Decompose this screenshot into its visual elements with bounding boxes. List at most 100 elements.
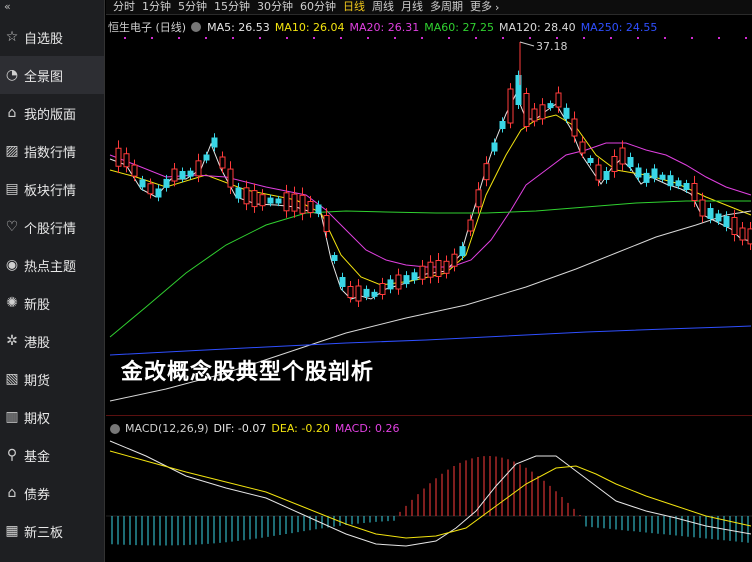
candle [467, 219, 474, 232]
dot-marker [502, 37, 504, 39]
dot-marker [556, 37, 558, 39]
dot-marker [475, 37, 477, 39]
candle [667, 175, 674, 187]
candle [307, 201, 314, 213]
candle [211, 137, 218, 148]
candle [147, 183, 154, 195]
ma-legend-item: MA60: 27.25 [424, 20, 494, 34]
candle [651, 168, 658, 179]
sidebar-item-label: 热点主题 [24, 259, 77, 275]
sidebar-item-label: 自选股 [24, 31, 64, 47]
candle [523, 93, 530, 127]
ma-legend-item: MA120: 28.40 [498, 20, 576, 34]
timeframe-tab-0[interactable]: 分时 [113, 0, 135, 14]
candle [299, 194, 306, 214]
dot-marker [205, 37, 207, 39]
more-chevron-icon[interactable]: › [495, 1, 499, 14]
sidebar-item-3[interactable]: ▨ 指数行情 [0, 132, 104, 170]
sidebar-item-6[interactable]: ◉ 热点主题 [0, 246, 104, 284]
dot-marker [718, 37, 720, 39]
candle [643, 172, 650, 183]
sidebar-item-label: 个股行情 [24, 221, 77, 237]
sector-icon: ▤ [5, 181, 19, 197]
timeframe-tab-7[interactable]: 周线 [372, 0, 394, 14]
macd-legend-item: MACD(12,26,9) [125, 422, 209, 435]
new-stock-icon: ✺ [6, 295, 18, 311]
candle [395, 274, 402, 290]
candle [363, 288, 370, 297]
dot-marker [232, 37, 234, 39]
sidebar-item-label: 港股 [24, 335, 51, 351]
dot-marker [664, 37, 666, 39]
high-price-label: 37.18 [536, 40, 568, 53]
sidebar-item-label: 期货 [24, 373, 51, 389]
dot-marker [340, 37, 342, 39]
candle [459, 246, 466, 257]
sidebar-item-0[interactable]: ☆ 自选股 [0, 18, 104, 56]
timeframe-tab-4[interactable]: 30分钟 [257, 0, 293, 14]
neeq-icon: ▦ [5, 523, 19, 539]
dot-marker [178, 37, 180, 39]
sidebar-item-8[interactable]: ✲ 港股 [0, 322, 104, 360]
candle [371, 291, 378, 297]
sidebar-item-13[interactable]: ▦ 新三板 [0, 512, 104, 550]
sidebar-item-10[interactable]: ▥ 期权 [0, 398, 104, 436]
settings-icon[interactable] [191, 22, 202, 32]
sidebar-item-label: 期权 [24, 411, 51, 427]
timeframe-tab-5[interactable]: 60分钟 [300, 0, 336, 14]
timeframe-tab-3[interactable]: 15分钟 [214, 0, 250, 14]
sidebar-item-1[interactable]: ◔ 全景图 [0, 56, 104, 94]
candle [403, 275, 410, 285]
ma-legend-item: MA10: 26.04 [274, 20, 345, 34]
sidebar-item-label: 新三板 [24, 525, 64, 541]
timeframe-tab-9[interactable]: 多周期 [430, 0, 463, 14]
candle [435, 260, 442, 277]
sidebar-item-9[interactable]: ▧ 期货 [0, 360, 104, 398]
candle [563, 107, 570, 119]
candle [315, 204, 322, 214]
bond-icon: ⌂ [7, 485, 17, 501]
macd-chart[interactable] [106, 416, 752, 562]
hot-topic-icon: ◉ [5, 257, 19, 273]
sidebar-item-label: 基金 [24, 449, 51, 465]
macd-settings-icon[interactable] [110, 423, 120, 434]
timeframe-tab-8[interactable]: 月线 [401, 0, 423, 14]
candle [171, 168, 178, 182]
candle [163, 178, 170, 188]
sidebar-item-11[interactable]: ⚲ 基金 [0, 436, 104, 474]
star-icon: ☆ [5, 29, 19, 45]
sidebar: « ☆ 自选股 ◔ 全景图 ⌂ 我的版面 ▨ 指数行情 ▤ 板块行情 ♡ 个股行情 ◉ 热点主题 ✺ 新股 ✲ 港… [0, 0, 105, 562]
candle [739, 227, 746, 241]
sidebar-item-4[interactable]: ▤ 板块行情 [0, 170, 104, 208]
candle [595, 164, 602, 181]
sidebar-item-7[interactable]: ✺ 新股 [0, 284, 104, 322]
candle [539, 104, 546, 120]
timeframe-tab-6[interactable]: 日线 [343, 0, 365, 14]
candle [387, 279, 394, 290]
dot-marker [259, 37, 261, 39]
candle [611, 156, 618, 172]
candle [323, 215, 330, 232]
sidebar-item-label: 我的版面 [24, 107, 77, 123]
collapse-sidebar-button[interactable]: « [4, 0, 11, 13]
candle [411, 272, 418, 281]
sidebar-item-2[interactable]: ⌂ 我的版面 [0, 94, 104, 132]
candle [451, 253, 458, 267]
sidebar-item-5[interactable]: ♡ 个股行情 [0, 208, 104, 246]
candle [483, 163, 490, 181]
dot-marker [367, 37, 369, 39]
dot-marker [637, 37, 639, 39]
dot-marker [151, 37, 153, 39]
sidebar-item-12[interactable]: ⌂ 债券 [0, 474, 104, 512]
candle [683, 183, 690, 190]
candle [619, 147, 626, 165]
dot-marker [394, 37, 396, 39]
sidebar-item-label: 债券 [24, 487, 51, 503]
dot-marker [529, 37, 531, 39]
candle [187, 170, 194, 177]
candle [491, 142, 498, 152]
timeframe-tab-1[interactable]: 1分钟 [142, 0, 171, 14]
timeframe-tab-10[interactable]: 更多 [470, 0, 492, 14]
timeframe-tab-2[interactable]: 5分钟 [178, 0, 207, 14]
home-icon: ⌂ [7, 105, 17, 121]
